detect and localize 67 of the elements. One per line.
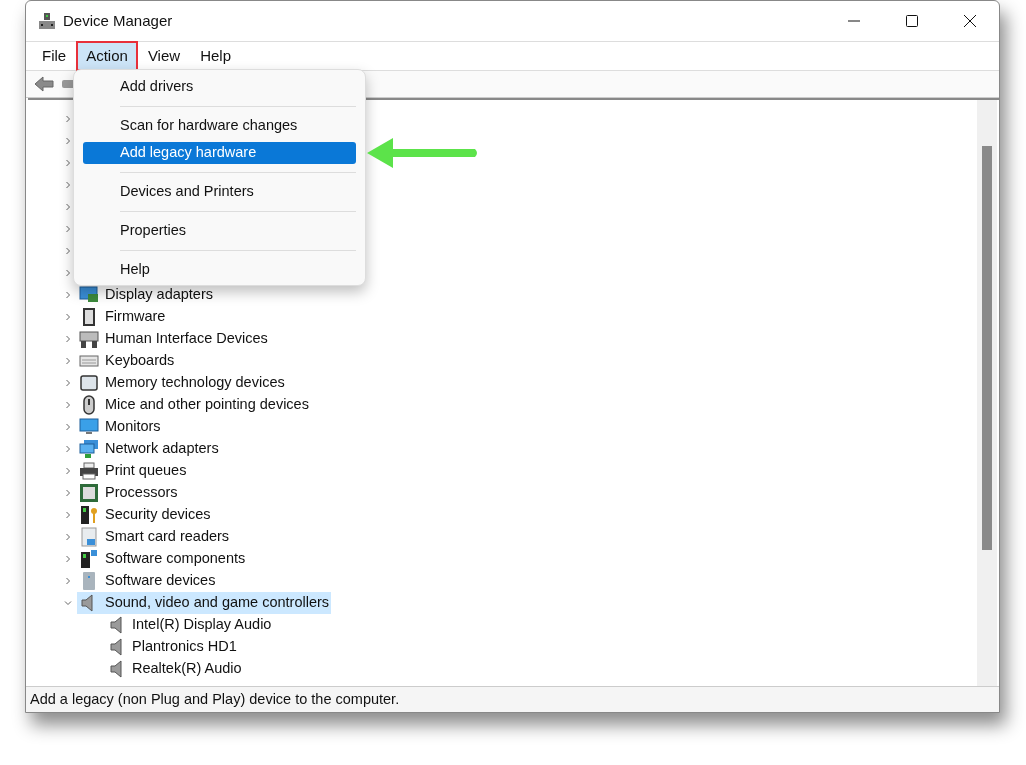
menu-item[interactable]: Properties bbox=[83, 220, 356, 242]
chevron-right-icon[interactable] bbox=[64, 401, 72, 409]
tree-item[interactable]: Software devices bbox=[77, 570, 218, 592]
menu-item[interactable]: Help bbox=[83, 259, 356, 281]
tree-item[interactable]: Smart card readers bbox=[77, 526, 232, 548]
printer-icon bbox=[79, 461, 99, 481]
chevron-right-icon[interactable] bbox=[64, 555, 72, 563]
chevron-right-icon[interactable] bbox=[64, 533, 72, 541]
maximize-icon bbox=[906, 15, 918, 27]
monitor-icon bbox=[79, 417, 99, 437]
chevron-right-icon[interactable] bbox=[64, 489, 72, 497]
tree-item[interactable]: Keyboards bbox=[77, 350, 177, 372]
back-arrow-icon[interactable] bbox=[34, 76, 54, 92]
menu-item[interactable]: Devices and Printers bbox=[83, 181, 356, 203]
chevron-right-icon[interactable] bbox=[64, 159, 72, 167]
chevron-right-icon[interactable] bbox=[64, 181, 72, 189]
chevron-right-icon[interactable] bbox=[64, 511, 72, 519]
menu-item[interactable]: Add legacy hardware bbox=[83, 142, 356, 164]
tree-item[interactable]: Memory technology devices bbox=[77, 372, 287, 394]
chevron-right-icon[interactable] bbox=[64, 357, 72, 365]
network-icon bbox=[79, 439, 99, 459]
chevron-right-icon[interactable] bbox=[64, 379, 72, 387]
tree-item[interactable]: Software components bbox=[77, 548, 248, 570]
menu-item[interactable]: Scan for hardware changes bbox=[83, 115, 356, 137]
chevron-right-icon[interactable] bbox=[64, 577, 72, 585]
card-reader-icon bbox=[79, 527, 99, 547]
tree-item[interactable]: Print queues bbox=[77, 460, 189, 482]
chevron-right-icon[interactable] bbox=[64, 115, 72, 123]
chevron-right-icon[interactable] bbox=[64, 225, 72, 233]
chevron-right-icon[interactable] bbox=[64, 335, 72, 343]
software-component-icon bbox=[79, 549, 99, 569]
tree-item[interactable]: Display adapters bbox=[77, 284, 215, 306]
window-title: Device Manager bbox=[63, 10, 173, 31]
chevron-right-icon[interactable] bbox=[64, 423, 72, 431]
menu-item[interactable]: Help bbox=[190, 41, 241, 71]
display-adapter-icon bbox=[79, 285, 99, 305]
tree-item[interactable]: Security devices bbox=[77, 504, 213, 526]
scrollbar[interactable] bbox=[977, 100, 997, 686]
tree-item[interactable]: Realtek(R) Audio bbox=[28, 658, 242, 680]
security-key-icon bbox=[79, 505, 99, 525]
tree-item[interactable]: Firmware bbox=[77, 306, 168, 328]
chevron-right-icon[interactable] bbox=[64, 137, 72, 145]
chevron-right-icon[interactable] bbox=[64, 313, 72, 321]
memory-card-icon bbox=[79, 373, 99, 393]
device-manager-icon bbox=[38, 12, 56, 30]
close-icon bbox=[964, 15, 976, 27]
menu-item[interactable]: View bbox=[137, 41, 191, 71]
status-text: Add a legacy (non Plug and Play) device to the computer. bbox=[30, 689, 400, 709]
menu-item[interactable]: File bbox=[32, 41, 77, 71]
chevron-right-icon[interactable] bbox=[64, 467, 72, 475]
tree-item[interactable]: Human Interface Devices bbox=[77, 328, 270, 350]
tree-item[interactable]: Sound, video and game controllers bbox=[77, 592, 332, 614]
tree-item[interactable]: Processors bbox=[77, 482, 180, 504]
menu-item[interactable]: Add drivers bbox=[83, 76, 356, 98]
tree-item[interactable]: Intel(R) Display Audio bbox=[28, 614, 272, 636]
chevron-down-icon[interactable] bbox=[64, 599, 72, 607]
tree-item[interactable]: Mice and other pointing devices bbox=[77, 394, 311, 416]
chevron-right-icon[interactable] bbox=[64, 247, 72, 255]
tree-item[interactable]: Plantronics HD1 bbox=[28, 636, 237, 658]
chevron-right-icon[interactable] bbox=[64, 291, 72, 299]
chevron-right-icon[interactable] bbox=[64, 445, 72, 453]
chevron-right-icon[interactable] bbox=[64, 269, 72, 277]
chevron-right-icon[interactable] bbox=[64, 203, 72, 211]
tree-item[interactable]: Monitors bbox=[77, 416, 163, 438]
processor-icon bbox=[79, 483, 99, 503]
tree-item[interactable]: Network adapters bbox=[77, 438, 221, 460]
menu-item[interactable]: Action bbox=[76, 41, 138, 71]
